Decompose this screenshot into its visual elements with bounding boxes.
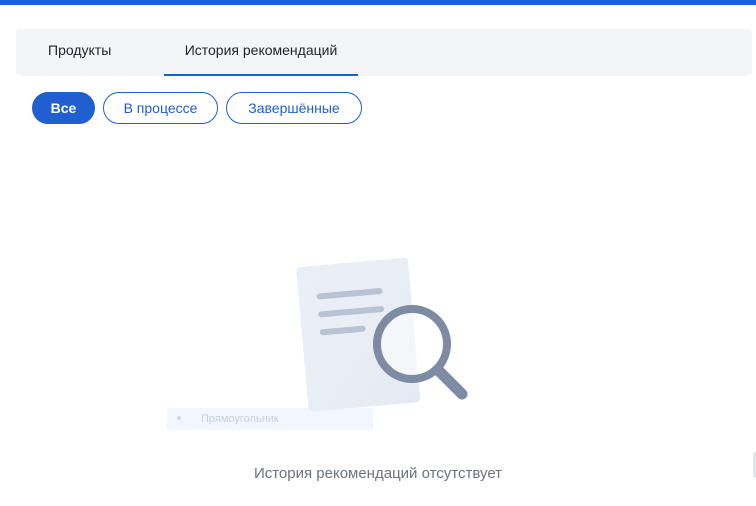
filter-completed-chip[interactable]: Завершённые	[226, 92, 362, 124]
tab-history-label: История рекомендаций	[184, 42, 338, 58]
filter-in-progress-label: В процессе	[123, 100, 198, 116]
top-accent-bar	[0, 0, 756, 5]
filter-completed-label: Завершённые	[248, 100, 340, 116]
tab-products[interactable]: Продукты	[48, 29, 111, 76]
tab-products-label: Продукты	[48, 42, 112, 58]
filter-all-chip[interactable]: Все	[32, 92, 95, 124]
filter-in-progress-chip[interactable]: В процессе	[103, 92, 218, 124]
tab-recommendation-history[interactable]: История рекомендаций	[164, 29, 358, 76]
empty-state-message: История рекомендаций отсутствует	[253, 465, 503, 482]
document-search-icon	[296, 257, 468, 412]
filter-all-label: Все	[50, 100, 77, 116]
active-tab-indicator	[164, 74, 358, 76]
tab-bar: Продукты История рекомендаций	[16, 29, 752, 76]
ghost-dot	[177, 416, 181, 421]
ghost-label-text: Прямоугольник	[201, 413, 279, 425]
